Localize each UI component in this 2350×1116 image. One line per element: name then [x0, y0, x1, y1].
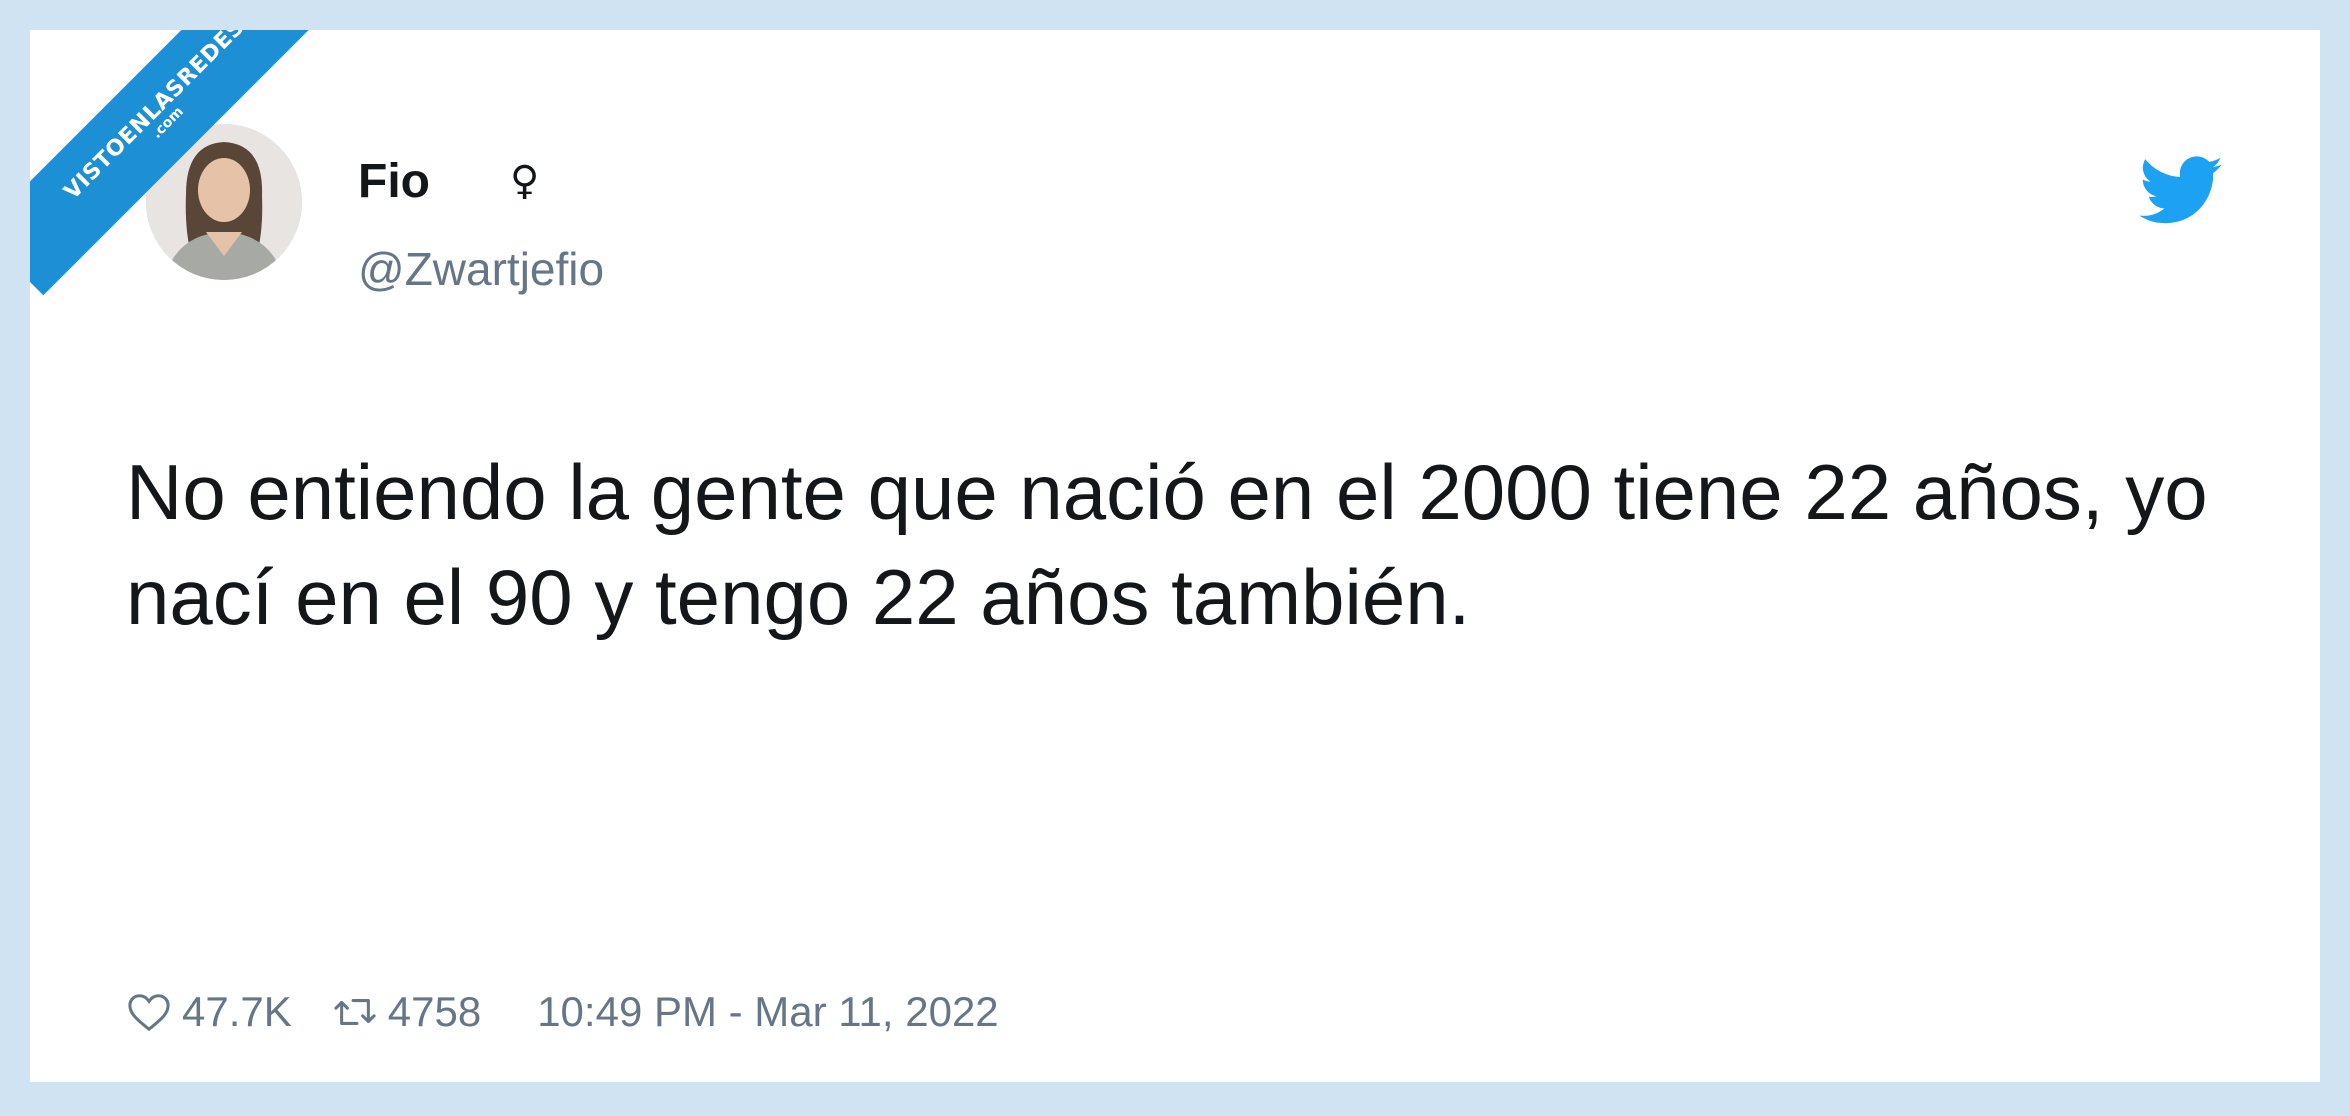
tweet-meta: 47.7K 4758 10:49 PM - Mar 11, 2022: [126, 988, 999, 1036]
retweet-count: 4758: [387, 988, 482, 1035]
like-action[interactable]: 47.7K: [126, 988, 292, 1036]
heart-outline-icon: [128, 994, 170, 1032]
like-count: 47.7K: [182, 988, 292, 1035]
retweet-icon: [334, 999, 376, 1025]
timestamp-text: 10:49 PM - Mar 11, 2022: [537, 988, 999, 1035]
tweet-timestamp[interactable]: 10:49 PM - Mar 11, 2022: [537, 988, 998, 1036]
tweet-card: VISTOENLASREDES .com Fio ♀ @Zwartjefio N…: [30, 30, 2320, 1082]
tweet-text: No entiendo la gente que nació en el 200…: [126, 448, 2208, 641]
author-name[interactable]: Fio: [358, 154, 430, 209]
twitter-bird-icon[interactable]: [2140, 156, 2224, 226]
name-badge: ♀: [510, 158, 540, 204]
author-handle[interactable]: @Zwartjefio: [358, 242, 604, 296]
retweet-action[interactable]: 4758: [332, 988, 481, 1036]
